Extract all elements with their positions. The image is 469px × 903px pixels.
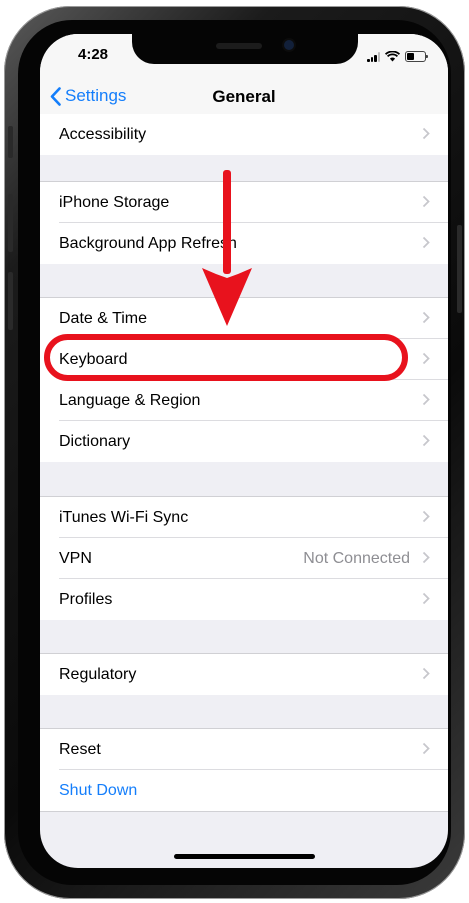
row-label: VPN — [59, 550, 92, 567]
row-language-region[interactable]: Language & Region — [40, 380, 448, 421]
cellular-signal-icon — [367, 52, 380, 62]
shut-down-button[interactable]: Shut Down — [40, 770, 448, 811]
chevron-right-icon — [422, 592, 430, 605]
row-itunes-wifi-sync[interactable]: iTunes Wi-Fi Sync — [40, 497, 448, 538]
home-indicator[interactable] — [174, 854, 315, 859]
row-label: Date & Time — [59, 310, 148, 327]
row-label: Accessibility — [59, 126, 147, 143]
chevron-right-icon — [422, 510, 430, 523]
page-title: General — [212, 87, 276, 106]
silent-switch — [8, 126, 13, 158]
chevron-right-icon — [422, 667, 430, 680]
row-label: Reset — [59, 741, 101, 758]
chevron-right-icon — [422, 311, 430, 324]
wifi-icon — [385, 51, 400, 62]
status-time: 4:28 — [78, 46, 109, 63]
chevron-right-icon — [422, 434, 430, 447]
speaker-grille — [216, 43, 262, 49]
row-accessibility[interactable]: Accessibility — [40, 114, 448, 155]
row-vpn[interactable]: VPN Not Connected — [40, 538, 448, 579]
row-dictionary[interactable]: Dictionary — [40, 421, 448, 462]
row-label: Shut Down — [59, 782, 138, 799]
chevron-right-icon — [422, 127, 430, 140]
screen: 4:28 Settings General Accessibility iPho… — [40, 34, 448, 868]
front-camera — [284, 40, 294, 50]
group-separator — [40, 811, 448, 812]
chevron-right-icon — [422, 393, 430, 406]
annotation-arrow-icon — [202, 170, 252, 326]
keyboard-highlight-ellipse — [44, 334, 408, 381]
row-label: iPhone Storage — [59, 194, 170, 211]
chevron-right-icon — [422, 236, 430, 249]
volume-up-button — [8, 194, 13, 252]
status-icons — [367, 50, 428, 62]
chevron-right-icon — [422, 742, 430, 755]
row-reset[interactable]: Reset — [40, 729, 448, 770]
row-label: Regulatory — [59, 666, 137, 683]
row-label: Language & Region — [59, 392, 201, 409]
row-label: Profiles — [59, 591, 113, 608]
row-profiles[interactable]: Profiles — [40, 579, 448, 620]
volume-down-button — [8, 272, 13, 330]
row-regulatory[interactable]: Regulatory — [40, 654, 448, 695]
row-label: iTunes Wi-Fi Sync — [59, 509, 189, 526]
chevron-right-icon — [422, 551, 430, 564]
power-button — [457, 225, 462, 313]
row-label: Dictionary — [59, 433, 131, 450]
chevron-right-icon — [422, 195, 430, 208]
vpn-status-value: Not Connected — [303, 550, 410, 567]
chevron-right-icon — [422, 352, 430, 365]
notch — [132, 34, 358, 64]
battery-icon — [405, 51, 428, 62]
